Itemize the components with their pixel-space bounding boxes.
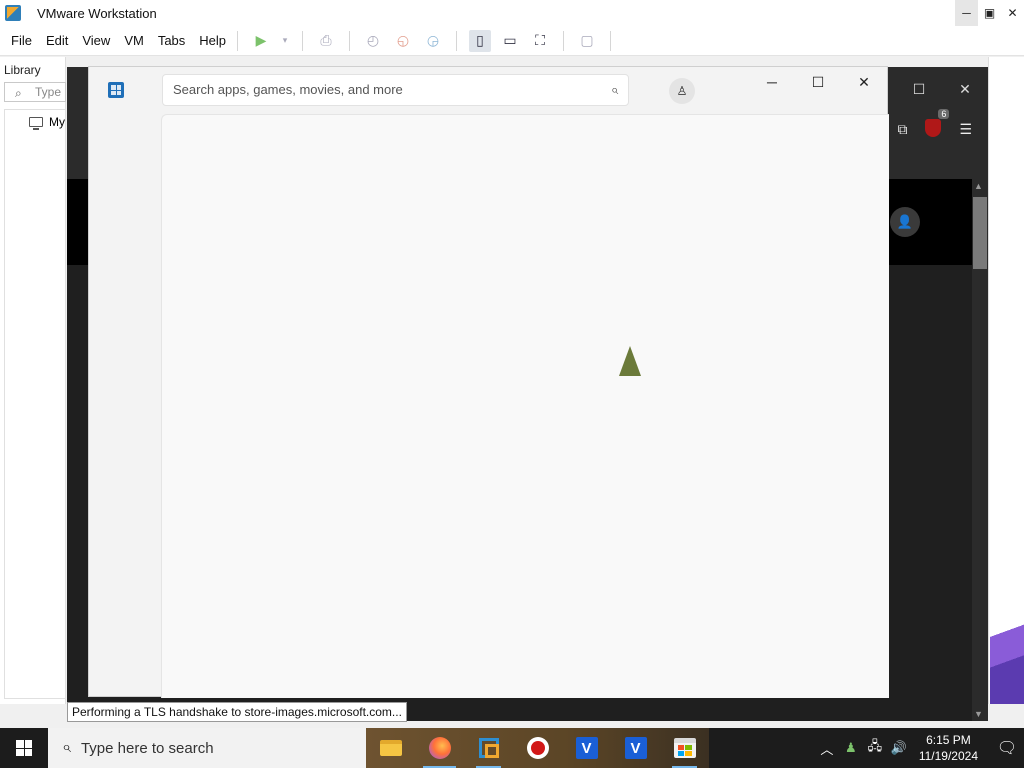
record-icon [526,737,549,759]
minimize-button[interactable]: ─ [749,67,795,97]
v-app-icon: V [624,737,647,759]
power-on-icon[interactable]: ▶ [250,30,272,52]
taskbar-clock[interactable]: 6:15 PM 11/19/2024 [919,732,978,764]
user-tray-icon[interactable]: ♟ [839,740,863,756]
store-window-controls: ─ ☐ ✕ [749,67,887,97]
windows-taskbar: ⌕ Type here to search V V ︿ ♟ 🖧 🔊 6:15 P… [0,728,1024,768]
taskbar-firefox[interactable] [415,728,464,768]
chevron-down-icon[interactable]: ▾ [280,30,290,52]
toolbar-separator [610,30,612,51]
menu-file[interactable]: File [11,33,32,48]
minimize-button[interactable]: ─ [955,0,978,26]
library-node-my-computer[interactable]: My [29,115,65,130]
taskbar-recorder[interactable] [513,728,562,768]
taskbar-vmware[interactable] [464,728,513,768]
chevron-up-icon[interactable]: ︿ [815,739,839,758]
revert-snapshot-icon[interactable]: ◵ [392,30,414,52]
library-search-placeholder: Type [35,85,62,99]
snapshot-manager-icon[interactable]: ◶ [422,30,444,52]
toolbar-separator [456,30,458,51]
search-icon: ⌕ [62,739,71,756]
firefox-window-controls: ☐ ✕ [896,75,988,103]
notification-icon[interactable]: 🗨 [990,738,1024,758]
menu-view[interactable]: View [82,33,110,48]
clock-time: 6:15 PM [926,733,971,747]
close-button[interactable]: ✕ [942,75,988,103]
extension-badge: 6 [938,109,950,119]
microsoft-store-window: Search apps, games, movies, and more ⌕ ♙… [88,66,889,698]
menu-vm[interactable]: VM [124,33,144,48]
taskbar-search-box[interactable]: ⌕ Type here to search [48,728,366,768]
account-icon[interactable]: 👤 [890,207,920,237]
folder-icon [379,740,402,756]
account-icon[interactable]: ♙ [669,78,695,104]
search-icon: ⌕ [15,86,22,100]
firefox-status-text: Performing a TLS handshake to store-imag… [67,702,407,722]
scrollbar-thumb[interactable] [973,197,987,269]
taskbar-file-explorer[interactable] [366,728,415,768]
toolbar-separator [563,30,565,51]
show-library-icon[interactable]: ▯ [469,29,492,52]
loading-cursor-icon [619,346,641,376]
computer-icon [29,117,43,130]
taskbar-microsoft-store[interactable] [660,728,709,768]
toolbar-separator [349,30,351,51]
thumbnail-bar-icon[interactable]: ▭ [499,30,521,52]
store-search-input[interactable]: Search apps, games, movies, and more ⌕ [162,74,629,106]
library-search-input[interactable]: ⌕ Type [4,82,66,102]
library-panel: Library ⌕ Type My [0,57,66,704]
menu-icon[interactable]: ☰ [959,121,972,138]
toolbar-separator [237,30,239,51]
system-tray: ︿ ♟ 🖧 🔊 6:15 PM 11/19/2024 🗨 [815,728,1024,768]
firefox-toolbar-right: ⧉ 6 ☰ [897,109,972,140]
console-view-icon[interactable]: ▢ [576,30,598,52]
menu-edit[interactable]: Edit [46,33,68,48]
library-label: Library [4,63,41,77]
full-screen-icon[interactable]: ⛶ [529,30,551,52]
vmware-icon [478,738,499,758]
firefox-scrollbar[interactable]: ▲ ▼ [972,179,988,721]
v-app-icon: V [575,737,598,759]
maximize-button[interactable]: ☐ [896,75,942,103]
maximize-button[interactable]: ☐ [795,67,841,97]
toolbar-separator [302,30,304,51]
window-title: VMware Workstation [37,5,157,21]
store-content-area [161,114,889,698]
maximize-button[interactable]: ▣ [978,0,1001,26]
vmware-logo-icon [5,5,21,21]
clock-date: 11/19/2024 [918,749,978,763]
network-icon[interactable]: 🖧 [863,737,887,759]
start-button[interactable] [0,728,48,768]
host-desktop-strip [988,57,1024,704]
vmware-menubar: File Edit View VM Tabs Help ▶ ▾ ⎙ ◴ ◵ ◶ … [0,26,1024,56]
store-logo-icon [108,82,124,98]
menu-tabs[interactable]: Tabs [158,33,185,48]
firefox-icon [428,737,451,759]
volume-icon[interactable]: 🔊 [887,740,911,756]
scroll-up-icon[interactable]: ▲ [974,181,983,191]
taskbar-app-v2[interactable]: V [611,728,660,768]
ublock-icon[interactable]: 6 [925,109,950,140]
menu-help[interactable]: Help [199,33,226,48]
extensions-icon[interactable]: ⧉ [897,121,907,138]
store-search-placeholder: Search apps, games, movies, and more [173,82,403,97]
windows-logo-icon [16,740,32,756]
wallpaper-fragment [990,594,1024,704]
send-ctrl-alt-del-icon[interactable]: ⎙ [315,30,337,52]
close-button[interactable]: ✕ [841,67,887,97]
window-controls: ─ ▣ ✕ [955,0,1024,26]
store-icon [673,738,696,758]
close-button[interactable]: ✕ [1001,0,1024,26]
library-tree[interactable]: My [4,109,66,699]
taskbar-app-v1[interactable]: V [562,728,611,768]
scroll-down-icon[interactable]: ▼ [974,709,983,719]
search-icon[interactable]: ⌕ [611,75,618,105]
taskbar-apps: V V [366,728,709,768]
library-node-label: My [49,115,65,129]
snapshot-icon[interactable]: ◴ [362,30,384,52]
taskbar-search-placeholder: Type here to search [80,739,214,757]
vmware-titlebar: VMware Workstation ─ ▣ ✕ [0,0,1024,26]
